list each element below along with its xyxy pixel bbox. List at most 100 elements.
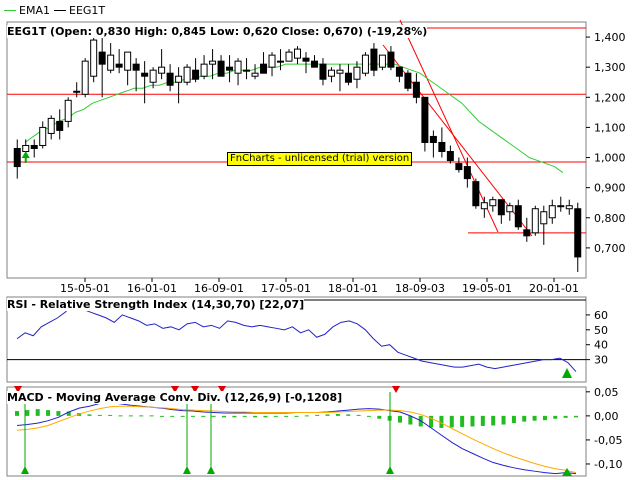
candle-body: [574, 208, 582, 258]
macd-histogram-bar: [139, 415, 144, 417]
candle-body: [90, 39, 98, 77]
candle-body: [395, 66, 403, 77]
price-y-tick-label: 1,300: [594, 61, 626, 74]
candle-body: [438, 141, 446, 153]
candle-body: [361, 54, 369, 74]
rsi-y-tick-label: 60: [594, 309, 608, 322]
price-x-tick-label: 19-05-01: [462, 282, 512, 295]
candle-body: [285, 51, 293, 62]
macd-histogram-bar: [460, 415, 465, 427]
macd-histogram-bar: [190, 415, 195, 417]
candle-body: [404, 72, 412, 89]
price-y-tick-label: 1,200: [594, 91, 626, 104]
price-y-tick-label: 1,400: [594, 31, 626, 44]
candle-body: [73, 90, 81, 93]
price-y-tick-label: 0,900: [594, 182, 626, 195]
candle-body: [319, 63, 327, 80]
macd-histogram-bar: [304, 415, 309, 417]
macd-histogram-bar: [522, 415, 527, 422]
candle-body: [200, 63, 208, 77]
macd-histogram-bar: [108, 414, 113, 416]
candle-body: [327, 69, 335, 77]
candle-body: [353, 66, 361, 80]
macd-histogram-bar: [553, 415, 558, 419]
candle-body: [344, 72, 352, 83]
macd-histogram-bar: [253, 415, 258, 418]
macd-y-tick-label: -0,10: [594, 458, 622, 471]
macd-histogram-bar: [491, 415, 496, 426]
macd-histogram-bar: [180, 415, 185, 417]
macd-panel-title: MACD - Moving Average Conv. Div. (12,26,…: [7, 391, 343, 404]
macd-histogram-bar: [542, 415, 547, 421]
candle-body: [336, 69, 344, 74]
candle-body: [565, 205, 573, 210]
rsi-y-tick-label: 40: [594, 339, 608, 352]
candle-body: [480, 202, 488, 210]
macd-histogram-bar: [377, 415, 382, 419]
candle-body: [234, 60, 242, 74]
macd-histogram-bar: [46, 410, 51, 416]
candle-body: [217, 60, 225, 77]
macd-histogram-bar: [56, 411, 61, 416]
macd-histogram-bar: [232, 415, 237, 418]
candle-body: [531, 208, 539, 234]
candle-body: [166, 72, 174, 86]
macd-histogram-bar: [563, 415, 568, 418]
candle-body: [98, 51, 106, 65]
price-y-tick-label: 0,800: [594, 212, 626, 225]
price-y-tick-label: 0,700: [594, 242, 626, 255]
price-x-tick-label: 16-01-01: [127, 282, 177, 295]
macd-histogram-bar: [170, 415, 175, 417]
macd-histogram-bar: [97, 414, 102, 416]
candle-body: [472, 181, 480, 207]
macd-histogram-bar: [87, 414, 92, 416]
macd-histogram-bar: [128, 415, 133, 417]
macd-histogram-bar: [574, 415, 578, 418]
macd-histogram-bar: [201, 415, 206, 417]
candle-body: [132, 63, 140, 71]
macd-y-tick-label: 0,05: [594, 386, 619, 399]
price-chart[interactable]: 1,400 1,300 1,200 1,100 1,000 0,900 0,800 0,700…: [0, 0, 640, 296]
macd-histogram-bar: [449, 415, 454, 428]
candle-body: [192, 69, 200, 80]
candle-body: [115, 63, 123, 68]
candle-body: [497, 199, 505, 216]
candle-body: [260, 63, 268, 74]
candle-body: [22, 144, 30, 153]
price-y-tick-label: 1,100: [594, 121, 626, 134]
macd-histogram-bar: [211, 415, 216, 417]
candle-body: [506, 205, 514, 213]
macd-histogram-bar: [532, 415, 537, 421]
candle-body: [514, 205, 522, 228]
candle-body: [421, 96, 429, 143]
price-x-tick-label: 15-05-01: [60, 282, 110, 295]
candle-body: [124, 51, 132, 71]
macd-histogram-bar: [159, 415, 164, 417]
candle-body: [294, 48, 301, 59]
candle-body: [39, 126, 47, 146]
macd-histogram-bar: [501, 415, 506, 425]
candle-body: [277, 60, 285, 63]
candle-body: [30, 144, 38, 149]
macd-histogram-bar: [25, 410, 30, 416]
price-x-tick-label: 18-09-03: [395, 282, 445, 295]
candle-body: [310, 60, 318, 68]
candle-body: [455, 163, 463, 171]
price-x-tick-label: 18-01-01: [328, 282, 378, 295]
macd-histogram-bar: [439, 415, 444, 428]
candle-body: [158, 66, 166, 74]
macd-histogram-bar: [470, 415, 475, 427]
candle-body: [56, 120, 64, 131]
macd-histogram-bar: [284, 415, 289, 417]
candle-body: [489, 199, 497, 207]
macd-histogram-bar: [35, 409, 40, 416]
candle-body: [175, 75, 183, 83]
candle-body: [446, 151, 454, 162]
candle-body: [378, 54, 386, 68]
macd-histogram-bar: [242, 415, 247, 417]
candle-body: [387, 51, 395, 68]
macd-histogram-bar: [118, 415, 123, 417]
macd-histogram-bar: [315, 414, 320, 416]
candle-body: [141, 72, 149, 77]
candle-body: [81, 60, 89, 95]
